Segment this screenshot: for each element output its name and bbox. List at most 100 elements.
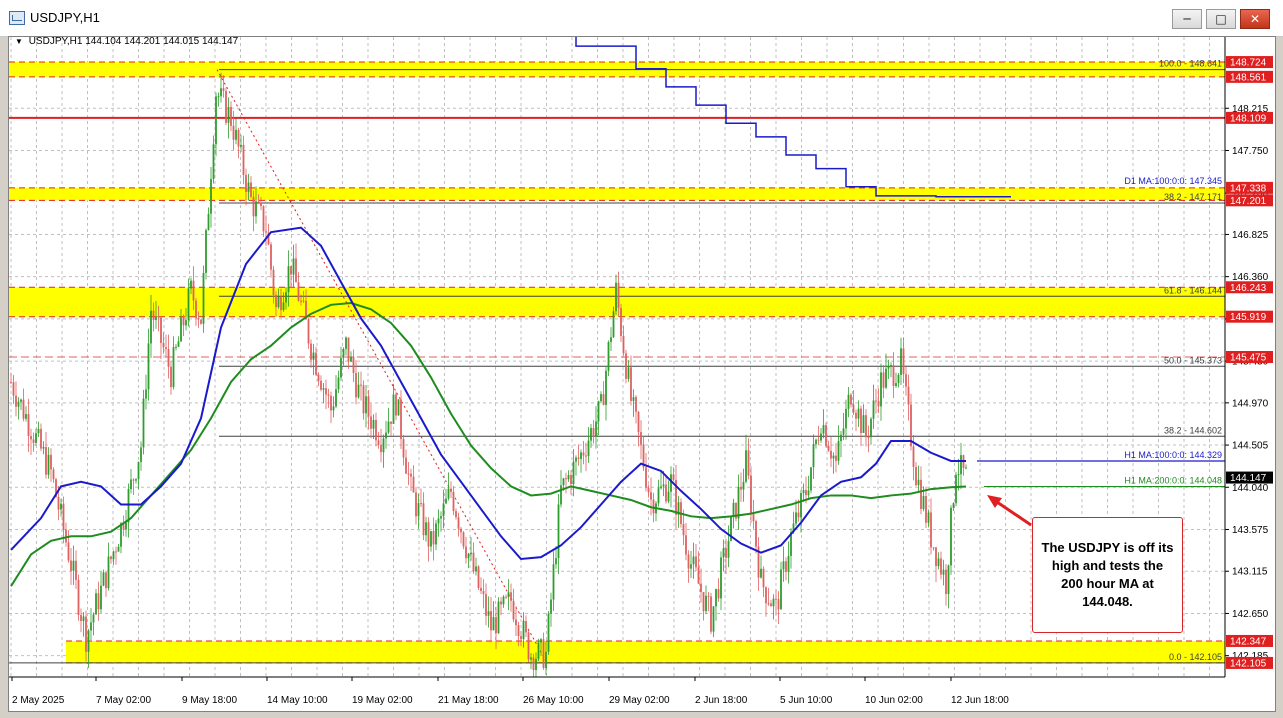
candle-body [95,593,97,615]
candle-body [82,616,85,621]
candle-body [277,296,280,308]
candle-body [747,450,750,476]
time-tick-label: 19 May 02:00 [352,695,413,706]
candle-body [395,394,397,416]
level-label: D1 MA:100:0:0: 147.345 [1124,176,1222,186]
candle-body [240,144,242,147]
candle-body [465,546,467,559]
candle-body [77,579,80,615]
candle-body [495,617,497,634]
candle-body [552,564,555,600]
candle-body [560,485,562,505]
candle-body [702,592,705,612]
candle-body [535,658,537,671]
candle-body [417,503,420,517]
restore-button[interactable]: □ [1206,9,1236,29]
price-badge-label: 147.338 [1230,183,1267,194]
candle-body [637,411,640,433]
candle-body [602,394,605,405]
candle-body [957,474,960,476]
candle-body [400,399,402,440]
candle-body [715,589,717,607]
candle-body [27,414,30,436]
candle-body [692,556,695,565]
candle-body [762,568,765,588]
window-title: USDJPY,H1 [30,10,100,25]
candle-body [690,564,692,569]
candle-body [505,596,507,598]
candle-body [217,96,220,98]
candle-body [582,452,585,456]
candle-body [542,639,545,669]
candle-body [810,467,812,491]
candle-body [475,566,477,572]
candle-body [85,616,87,652]
candle-body [777,599,780,610]
candle-body [622,335,625,354]
candle-body [130,479,132,489]
candle-body [625,353,627,379]
candle-body [135,479,137,481]
dropdown-triangle-icon[interactable]: ▼ [15,37,23,46]
candle-body [140,447,142,462]
candle-body [605,370,607,405]
time-tick-label: 5 Jun 10:00 [780,695,833,706]
candle-body [150,310,152,344]
candle-body [752,514,755,522]
candle-body [427,522,430,547]
candle-body [685,535,687,555]
candle-body [157,316,160,318]
candle-body [115,551,117,553]
candle-body [525,621,527,633]
candle-body [512,600,515,620]
candle-body [942,569,945,575]
candle-body [380,444,382,453]
candle-body [555,558,557,565]
candle-body [840,434,842,442]
time-tick-label: 21 May 18:00 [438,695,499,706]
candle-body [202,272,205,324]
candle-body [860,408,862,433]
price-chart[interactable]: 100.0 - 148.641 D1 MA:100:0:0: 147.345 38.… [8,36,1276,712]
minimize-button[interactable]: ─ [1172,9,1202,29]
price-badge-label: 148.724 [1230,58,1267,69]
candle-body [815,439,817,445]
candle-body [480,587,482,591]
candle-body [32,439,35,443]
candle-body [880,372,882,407]
candle-body [765,587,767,604]
candle-body [225,90,227,123]
candle-body [342,348,345,358]
candle-body [452,491,455,512]
candle-body [875,400,877,402]
candle-body [40,428,42,449]
candle-body [600,394,602,402]
candle-body [377,440,380,445]
candle-body [660,486,662,489]
candle-body [75,560,77,580]
price-tick-label: 144.040 [1232,483,1269,494]
candle-body [627,367,630,379]
candle-body [515,619,517,626]
candle-body [207,213,210,231]
candle-body [540,639,542,643]
candle-body [930,512,932,548]
candle-body [175,346,177,348]
candle-body [510,592,512,601]
candle-body [72,560,75,571]
candle-body [245,174,247,192]
candle-body [330,395,332,411]
candle-body [590,428,592,441]
candle-body [807,490,810,496]
candle-body [445,498,447,504]
candle-body [210,178,212,214]
candle-body [230,107,232,126]
candle-body [695,556,697,568]
close-button[interactable]: ✕ [1240,9,1270,29]
candle-body [412,476,415,493]
candle-body [640,432,642,445]
price-badge-label: 148.109 [1230,113,1267,124]
candle-body [470,552,472,555]
candle-body [827,445,830,451]
candle-body [865,415,867,438]
